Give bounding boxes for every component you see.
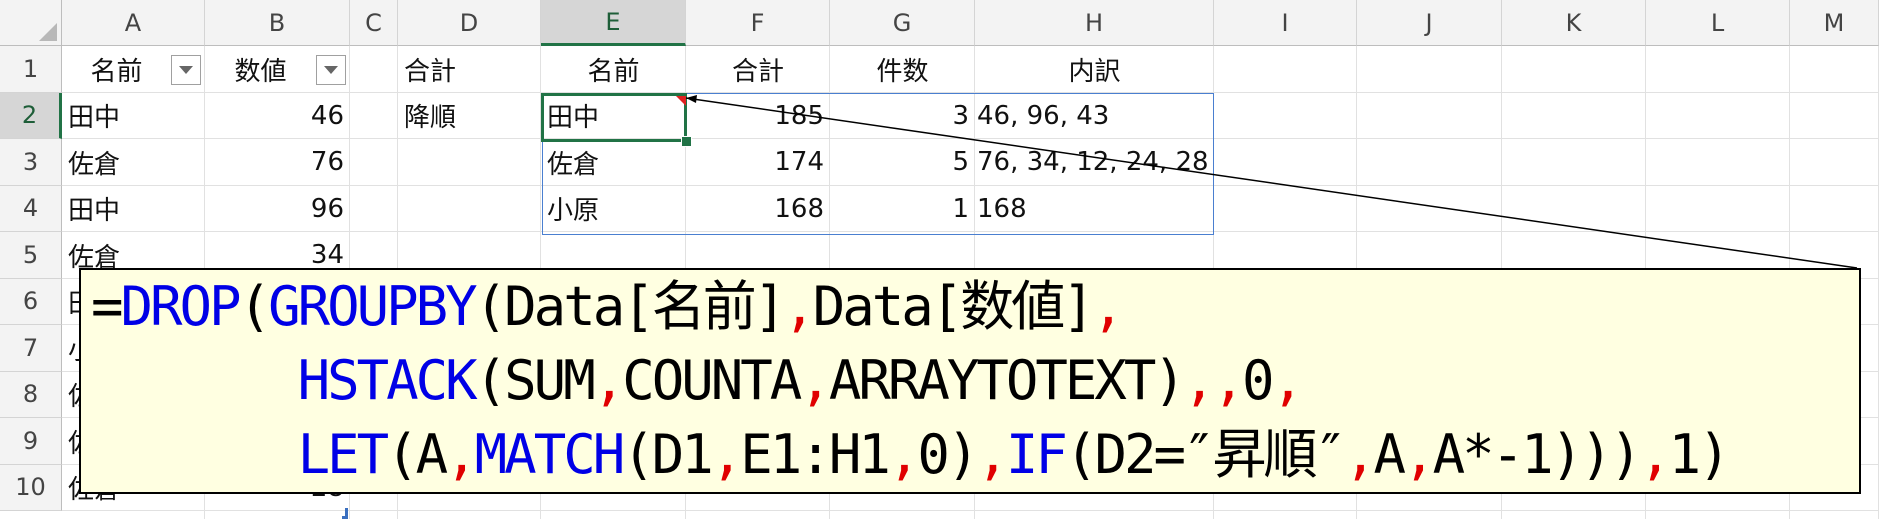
formula-token: , — [710, 423, 743, 486]
formula-function: MATCH — [474, 423, 626, 486]
formula-token: ARRAYTOTEXT) — [828, 349, 1186, 412]
spreadsheet: ABCDEFGHIJKLM 1 2 3 4 5 6 7 8 9 10 名前 数値 合計 名前 合計 件数 内訳… — [0, 0, 1879, 519]
formula-token: , — [887, 423, 920, 486]
formula-token: , — [1639, 423, 1671, 486]
formula-token: (Data[名前] — [474, 275, 787, 338]
formula-token: E1:H1 — [740, 423, 891, 486]
formula-token: , — [445, 423, 477, 486]
formula-token: , — [783, 275, 815, 338]
formula-token: (D1 — [622, 423, 714, 486]
formula-token — [91, 349, 298, 412]
formula-token: , — [1344, 423, 1376, 486]
formula-line: =DROP(GROUPBY(Data[名前],Data[数値], — [91, 270, 1859, 344]
formula-line: LET(A,MATCH(D1,E1:H1,0),IF(D2=″昇順″,A,A*-… — [91, 418, 1859, 492]
formula-token: 0 — [1241, 349, 1274, 412]
formula-token: COUNTA — [622, 349, 802, 412]
formula-token: (D2=″昇順″ — [1064, 423, 1347, 486]
formula-token: 0) — [917, 423, 979, 486]
formula-token: A*-1))) — [1432, 423, 1643, 486]
formula-token: , — [1403, 423, 1435, 486]
formula-token: (A — [386, 423, 448, 486]
formula-function: DROP — [120, 275, 242, 338]
formula-token: = — [91, 275, 123, 338]
formula-token: , — [1182, 349, 1215, 412]
formula-function: GROUPBY — [268, 275, 478, 338]
formula-token: , — [976, 423, 1008, 486]
formula-function: LET — [297, 423, 390, 486]
formula-token: , — [1212, 349, 1244, 412]
formula-token: , — [799, 349, 831, 412]
formula-token: , — [592, 349, 625, 412]
formula-line: HSTACK(SUM,COUNTA,ARRAYTOTEXT),,0, — [91, 344, 1859, 418]
formula-token: A — [1373, 423, 1406, 486]
formula-token — [91, 423, 298, 486]
formula-function: IF — [1005, 423, 1068, 486]
formula-token: ( — [238, 275, 271, 338]
formula-comment-box: =DROP(GROUPBY(Data[名前],Data[数値], HSTACK(… — [79, 268, 1861, 494]
formula-token: (SUM — [474, 349, 596, 412]
formula-token: Data[数値] — [812, 275, 1095, 338]
formula-token: , — [1271, 349, 1304, 412]
formula-function: HSTACK — [297, 349, 478, 412]
formula-token: , — [1091, 275, 1124, 338]
formula-token: 1) — [1668, 423, 1731, 486]
